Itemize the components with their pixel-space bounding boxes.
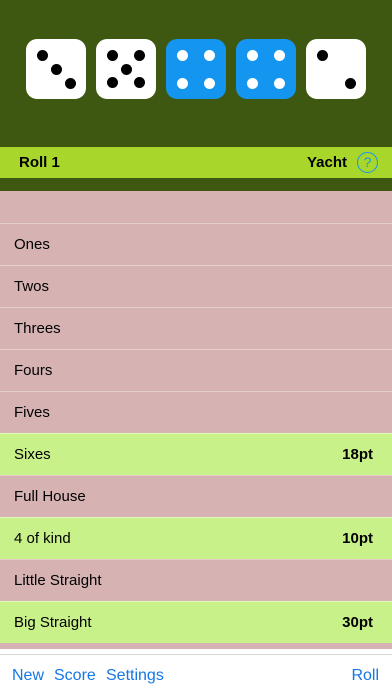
die-pip bbox=[274, 78, 285, 89]
die-3[interactable] bbox=[166, 39, 226, 99]
category-label: Fours bbox=[14, 362, 53, 379]
die-pip bbox=[177, 50, 188, 61]
die-pip bbox=[247, 78, 258, 89]
die-5[interactable] bbox=[306, 39, 366, 99]
score-row-ones[interactable]: Ones bbox=[0, 223, 392, 265]
score-row-big-straight[interactable]: Big Straight 30pt bbox=[0, 601, 392, 643]
dice-tray bbox=[0, 0, 392, 147]
score-row-fives[interactable]: Fives bbox=[0, 391, 392, 433]
die-pip bbox=[121, 64, 132, 75]
die-pip bbox=[274, 50, 285, 61]
help-icon[interactable]: ? bbox=[357, 152, 378, 173]
category-label: Threes bbox=[14, 320, 61, 337]
die-pip bbox=[65, 78, 76, 89]
bottom-toolbar: New Score Settings Roll bbox=[0, 654, 392, 696]
die-pip bbox=[107, 77, 118, 88]
die-pip bbox=[204, 78, 215, 89]
category-label: Twos bbox=[14, 278, 50, 295]
score-row-threes[interactable]: Threes bbox=[0, 307, 392, 349]
score-row-four-of-kind[interactable]: 4 of kind 10pt bbox=[0, 517, 392, 559]
roll-button[interactable]: Roll bbox=[351, 667, 379, 685]
points-value: 30pt bbox=[342, 614, 373, 631]
die-2[interactable] bbox=[96, 39, 156, 99]
divider-strip bbox=[0, 178, 392, 191]
die-pip bbox=[134, 77, 145, 88]
score-button[interactable]: Score bbox=[54, 667, 96, 685]
die-pip bbox=[177, 78, 188, 89]
die-pip bbox=[107, 50, 118, 61]
die-pip bbox=[51, 64, 62, 75]
die-pip bbox=[134, 50, 145, 61]
die-pip bbox=[37, 50, 48, 61]
die-pip bbox=[345, 78, 356, 89]
game-name-label: Yacht bbox=[306, 154, 347, 171]
category-label: Full House bbox=[14, 488, 86, 505]
score-row-little-straight[interactable]: Little Straight bbox=[0, 559, 392, 601]
die-4[interactable] bbox=[236, 39, 296, 99]
points-value: 10pt bbox=[342, 530, 373, 547]
category-label: Little Straight bbox=[14, 572, 102, 589]
score-list: Ones Twos Threes Fours Fives Sixes 18pt … bbox=[0, 191, 392, 649]
die-pip bbox=[317, 50, 328, 61]
roll-count-label: Roll 1 bbox=[19, 154, 60, 171]
category-label: 4 of kind bbox=[14, 530, 71, 547]
category-label: Ones bbox=[14, 236, 50, 253]
score-row-twos[interactable]: Twos bbox=[0, 265, 392, 307]
settings-button[interactable]: Settings bbox=[106, 667, 164, 685]
new-button[interactable]: New bbox=[12, 667, 44, 685]
die-pip bbox=[247, 50, 258, 61]
score-row-full-house[interactable]: Full House bbox=[0, 475, 392, 517]
category-label: Sixes bbox=[14, 446, 51, 463]
die-1[interactable] bbox=[26, 39, 86, 99]
category-label: Big Straight bbox=[14, 614, 92, 631]
status-bar: Roll 1 Yacht ? bbox=[0, 147, 392, 178]
score-row-sixes[interactable]: Sixes 18pt bbox=[0, 433, 392, 475]
points-value: 18pt bbox=[342, 446, 373, 463]
score-row-fours[interactable]: Fours bbox=[0, 349, 392, 391]
die-pip bbox=[204, 50, 215, 61]
category-label: Fives bbox=[14, 404, 50, 421]
